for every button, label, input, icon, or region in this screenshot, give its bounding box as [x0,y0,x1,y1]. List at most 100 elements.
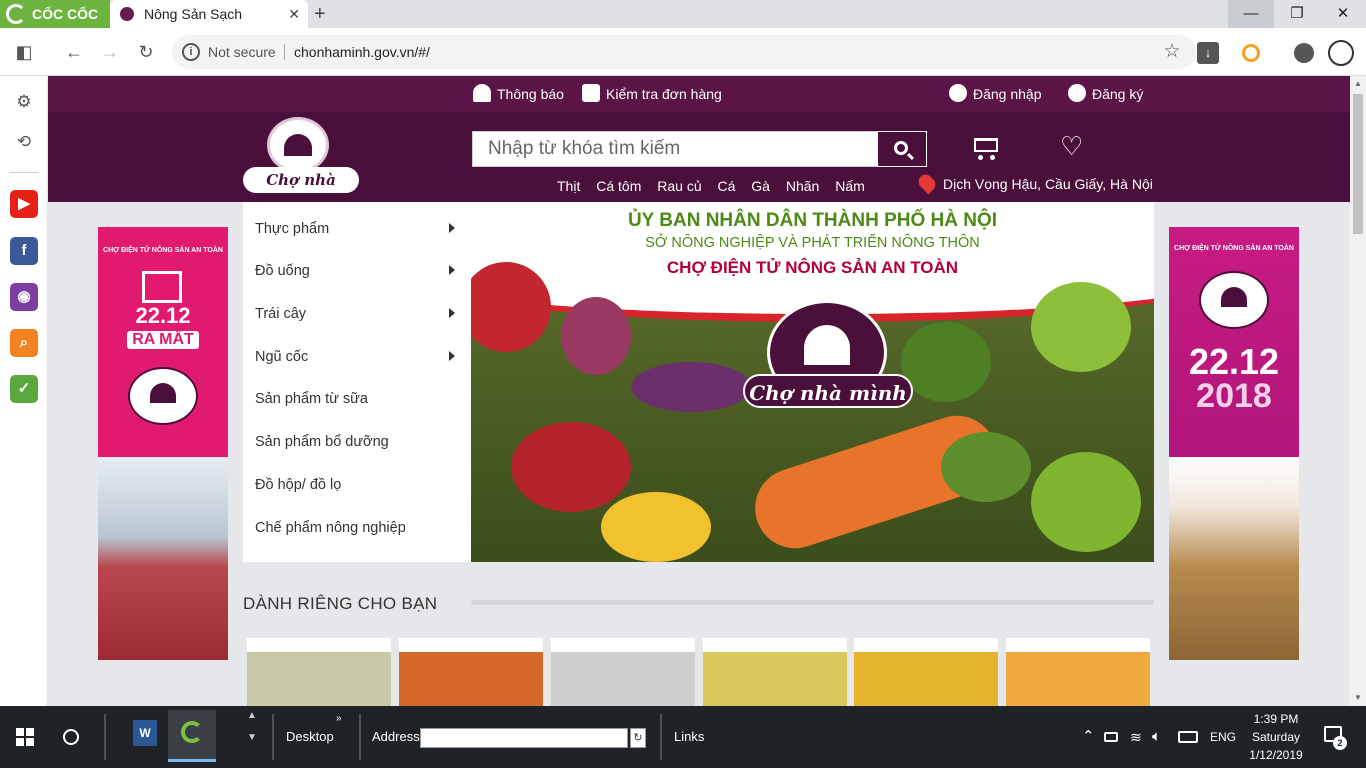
logo-script: Chợ nhà mình [243,167,359,215]
clock-day: Saturday [1251,730,1301,744]
browser-tab-bar: CỐC CỐC Nông Sản Sạch ✕ + — ❐ ✕ [0,0,1366,28]
new-tab-icon[interactable]: + [314,0,326,28]
links-toolbar-label[interactable]: Links [674,706,704,768]
banner-logo-script: Chợ nhà mình [743,374,913,408]
download-icon[interactable]: ↓ [1197,42,1219,64]
left-ad-banner[interactable]: CHỢ ĐIỆN TỬ NÔNG SẢN AN TOÀN 22.12 RA MẮ… [98,227,228,660]
category-item[interactable]: Đồ uống [255,263,310,279]
scroll-up-icon[interactable]: ▲ [1350,76,1366,92]
right-ad-banner[interactable]: CHỢ ĐIỆN TỬ NÔNG SẢN AN TOÀN 22.12 2018 [1169,227,1299,660]
sidebar-divider [10,172,38,173]
taskbar-divider [104,714,106,760]
word-taskbar-app[interactable]: W [122,710,168,762]
windows-start-icon[interactable] [16,728,34,746]
product-card[interactable] [247,638,391,706]
media-icon[interactable]: ◉ [10,283,38,311]
reload-icon[interactable]: ↻ [132,38,160,66]
category-item[interactable]: Trái cây [255,306,306,322]
tab-close-icon[interactable]: ✕ [288,0,300,28]
history-icon[interactable]: ⟲ [10,128,38,156]
product-card[interactable] [551,638,695,706]
language-indicator[interactable]: ENG [1210,706,1236,768]
category-item[interactable]: Thực phẩm [255,221,329,237]
product-card[interactable] [854,638,998,706]
window-close-button[interactable]: ✕ [1320,0,1366,28]
scrollbar-thumb[interactable] [1353,94,1363,234]
site-favicon-icon [120,7,134,21]
hero-banner[interactable]: ỦY BAN NHÂN DÂN THÀNH PHỐ HÀ NỘI SỞ NÔNG… [471,202,1154,562]
window-restore-button[interactable]: ❐ [1274,0,1320,28]
url-text[interactable]: chonhaminh.gov.vn/#/ [294,35,430,69]
product-card[interactable] [703,638,847,706]
page-scrollbar[interactable]: ▲ ▼ [1350,76,1366,706]
keyboard-icon[interactable] [1178,731,1198,743]
search-button[interactable] [877,131,927,167]
volume-icon[interactable]: 🔈︎ [1152,706,1161,768]
browser-tab[interactable]: Nông Sản Sạch ✕ [110,0,308,28]
info-icon[interactable]: i [182,43,200,61]
order-check-link[interactable]: Kiểm tra đơn hàng [582,76,722,112]
desktop-toolbar-label[interactable]: Desktop [286,706,334,768]
vegetable-onion [561,297,631,375]
back-arrow-icon[interactable]: ← [60,38,88,66]
cortana-search-icon[interactable] [63,729,79,745]
taskbar-clock[interactable]: 1:39 PM Saturday 1/12/2019 [1236,710,1316,764]
site-logo[interactable]: Chợ nhà mình [243,117,359,215]
wifi-icon[interactable]: ≋ [1130,706,1142,768]
address-go-icon[interactable]: ↻ [630,728,646,748]
profile-icon[interactable] [1294,43,1314,63]
coccoc-menu-button[interactable]: CỐC CỐC [0,0,110,28]
search-app-icon[interactable]: ⌕ [10,329,38,357]
settings-gear-icon[interactable]: ⚙ [10,88,38,116]
quick-category-link[interactable]: Nhãn [786,178,819,194]
account-circle-icon[interactable] [1328,40,1354,66]
quick-category-link[interactable]: Nấm [835,178,865,194]
taskbar-address-input[interactable] [420,728,628,748]
delivery-location[interactable]: Dịch Vọng Hậu, Cầu Giấy, Hà Nội [943,176,1153,192]
order-check-label: Kiểm tra đơn hàng [606,86,722,102]
category-item[interactable]: Ngũ cốc [255,349,308,365]
coccoc-taskbar-app[interactable] [168,710,216,762]
notification-count-badge: 2 [1333,736,1347,750]
product-image [247,652,391,706]
ad-right-header: CHỢ ĐIỆN TỬ NÔNG SẢN AN TOÀN [1174,245,1294,252]
tray-chevron-up-icon[interactable]: ⌃ [1082,706,1095,768]
users-icon [949,84,967,102]
sidebar-toggle-icon[interactable]: ◧ [10,38,38,66]
window-minimize-button[interactable]: — [1228,0,1274,28]
facebook-icon[interactable]: f [10,237,38,265]
address-bar[interactable]: i Not secure chonhaminh.gov.vn/#/ [172,35,1196,69]
register-link[interactable]: Đăng ký [1068,76,1143,112]
login-link[interactable]: Đăng nhập [949,76,1042,112]
quick-category-link[interactable]: Thịt [557,178,580,194]
category-item[interactable]: Chế phẩm nông nghiệp [255,520,406,536]
quick-category-link[interactable]: Gà [751,178,770,194]
toolbar-overflow-icon[interactable]: » [336,688,342,750]
bookmark-star-icon[interactable]: ☆ [1160,38,1184,66]
quick-category-link[interactable]: Cá tôm [596,178,641,194]
coccoc-brand-label: CỐC CỐC [32,6,99,22]
taskbar-scroll-buttons[interactable]: ▲ ▼ [244,710,260,762]
category-item[interactable]: Sản phẩm từ sữa [255,391,368,407]
extension-icon[interactable] [1242,44,1260,62]
category-item[interactable]: Đồ hộp/ đồ lọ [255,477,341,493]
ad-left-logo [128,367,198,425]
quick-category-link[interactable]: Cá [718,178,736,194]
product-card[interactable] [399,638,543,706]
section-title: DÀNH RIÊNG CHO BẠN [243,594,438,613]
scroll-down-icon[interactable]: ▼ [1350,690,1366,706]
wishlist-heart-icon[interactable]: ♡ [1060,132,1083,160]
logo-emblem [267,117,329,173]
category-item[interactable]: Sản phẩm bổ dưỡng [255,434,389,450]
search-input[interactable] [473,132,877,166]
notifications-link[interactable]: Thông báo [473,76,564,112]
battery-icon[interactable] [1104,732,1118,742]
coccoc-map-icon[interactable]: ✓ [10,375,38,403]
ad-right-logo [1199,271,1269,329]
quick-category-link[interactable]: Rau củ [657,178,701,194]
youtube-icon[interactable]: ▶ [10,190,38,218]
forward-arrow-icon[interactable]: → [96,38,124,66]
cart-icon[interactable] [970,134,1000,160]
product-card[interactable] [1006,638,1150,706]
product-image [1006,652,1150,706]
